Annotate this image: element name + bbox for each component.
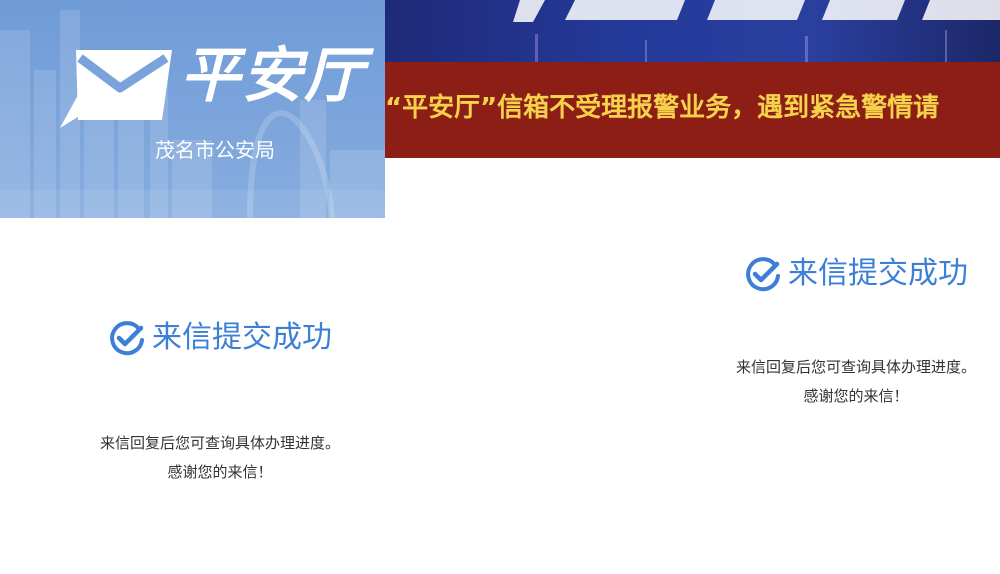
page: 平安厅 茂名市公安局 “平安厅”信箱不受理报警业务，遇到紧急警情请 来信提交成功… [0,0,1000,574]
success-message-line2: 感谢您的来信！ [803,387,909,405]
check-circle-icon [110,321,144,356]
success-heading: 来信提交成功 [108,318,332,358]
envelope-logo-icon [60,50,172,128]
success-title: 来信提交成功 [788,256,968,291]
success-panel-left: 来信提交成功 来信回复后您可查询具体办理进度。 感谢您的来信！ [60,318,380,487]
brand-title: 平安厅 [180,41,366,111]
banner-decoration [513,0,1000,62]
brand-header: 平安厅 茂名市公安局 [0,0,385,218]
banner-image [385,0,1000,62]
success-message-line1: 来信回复后您可查询具体办理进度。 [99,434,340,452]
brand-subtitle: 茂名市公安局 [155,138,275,162]
check-circle-icon [746,257,780,292]
success-message-line2: 感谢您的来信！ [167,463,273,481]
success-panel-right: 来信提交成功 来信回复后您可查询具体办理进度。 感谢您的来信！ [706,254,1000,411]
success-heading: 来信提交成功 [744,254,968,294]
success-message-line1: 来信回复后您可查询具体办理进度。 [735,358,976,376]
notice-text: “平安厅”信箱不受理报警业务，遇到紧急警情请 [385,93,940,123]
notice-ribbon: “平安厅”信箱不受理报警业务，遇到紧急警情请 [385,62,1000,158]
success-title: 来信提交成功 [152,320,332,355]
